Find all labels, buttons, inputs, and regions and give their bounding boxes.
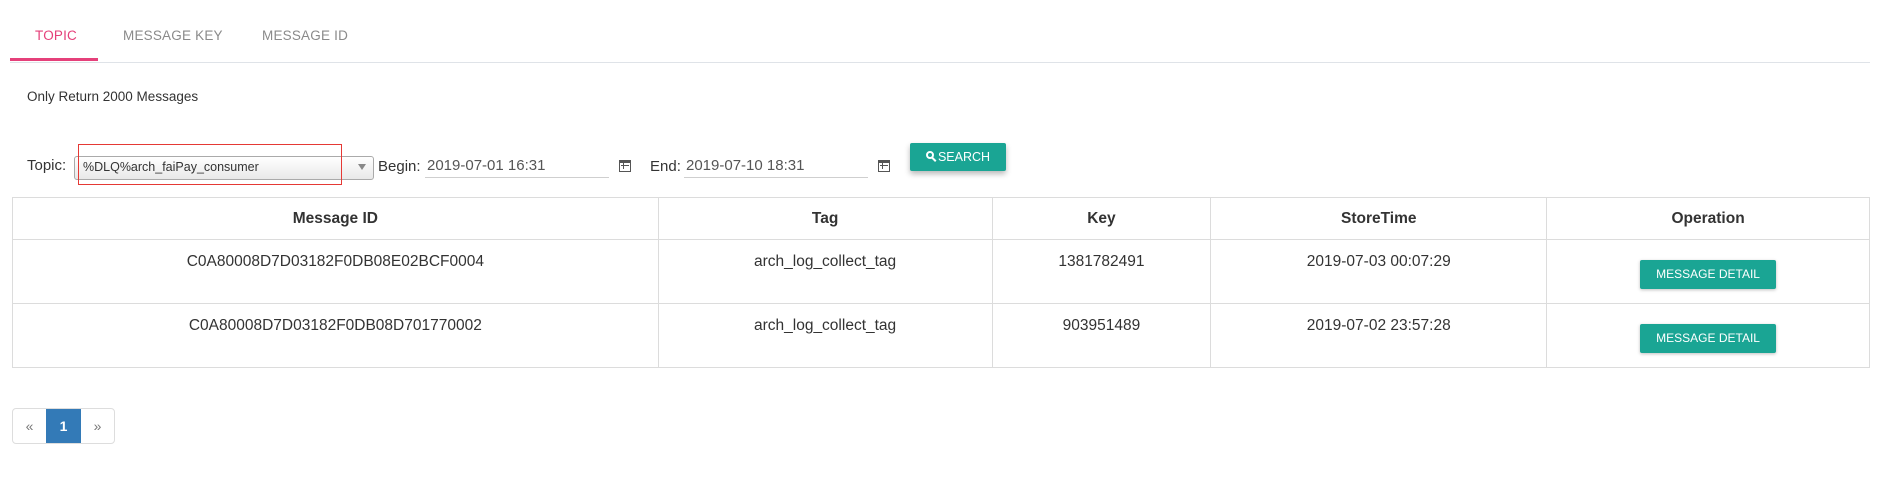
column-header-key: Key [991,197,1212,240]
column-header-store-time: StoreTime [1210,197,1548,240]
tab-topic[interactable]: TOPIC [35,28,77,43]
tab-bar: TOPIC MESSAGE KEY MESSAGE ID [10,0,1870,63]
pagination-next-button[interactable]: » [81,409,114,443]
tab-message-key[interactable]: MESSAGE KEY [123,28,223,43]
tab-message-id[interactable]: MESSAGE ID [262,28,348,43]
store-time-cell: 2019-07-02 23:57:28 [1210,303,1548,368]
end-label: End: [650,158,681,175]
message-id-cell: C0A80008D7D03182F0DB08D701770002 [12,303,659,368]
search-icon [925,151,934,159]
end-date-input[interactable] [684,153,868,178]
table-header-row: Message ID Tag Key StoreTime Operation [12,197,1870,240]
key-cell: 903951489 [991,303,1212,368]
operation-cell: MESSAGE DETAIL [1546,303,1870,368]
topic-select-value: %DLQ%arch_faiPay_consumer [83,160,259,174]
chevron-down-icon [358,164,366,170]
search-button[interactable]: SEARCH [910,143,1006,171]
store-time-cell: 2019-07-03 00:07:29 [1210,239,1548,304]
column-header-message-id: Message ID [12,197,659,240]
column-header-tag: Tag [657,197,993,240]
calendar-icon[interactable] [619,160,631,172]
key-cell: 1381782491 [991,239,1212,304]
topic-label: Topic: [27,157,67,174]
table-row: C0A80008D7D03182F0DB08D701770002 arch_lo… [12,303,1870,368]
active-tab-indicator [10,58,98,61]
message-table: Message ID Tag Key StoreTime Operation C… [12,197,1870,368]
pagination: « 1 » [12,408,115,444]
calendar-icon[interactable] [878,160,890,172]
begin-date-input[interactable] [425,153,609,178]
search-button-label: SEARCH [937,150,991,164]
pagination-prev-button[interactable]: « [13,409,46,443]
begin-label: Begin: [378,158,421,175]
column-header-operation: Operation [1546,197,1870,240]
operation-cell: MESSAGE DETAIL [1546,239,1870,304]
topic-select[interactable]: %DLQ%arch_faiPay_consumer [74,156,374,180]
table-row: C0A80008D7D03182F0DB08E02BCF0004 arch_lo… [12,239,1870,304]
result-limit-notice: Only Return 2000 Messages [27,89,199,104]
message-id-cell: C0A80008D7D03182F0DB08E02BCF0004 [12,239,659,304]
tag-cell: arch_log_collect_tag [657,239,993,304]
tag-cell: arch_log_collect_tag [657,303,993,368]
message-detail-button[interactable]: MESSAGE DETAIL [1640,259,1777,289]
pagination-page-current[interactable]: 1 [46,409,81,443]
message-detail-button[interactable]: MESSAGE DETAIL [1640,323,1777,353]
